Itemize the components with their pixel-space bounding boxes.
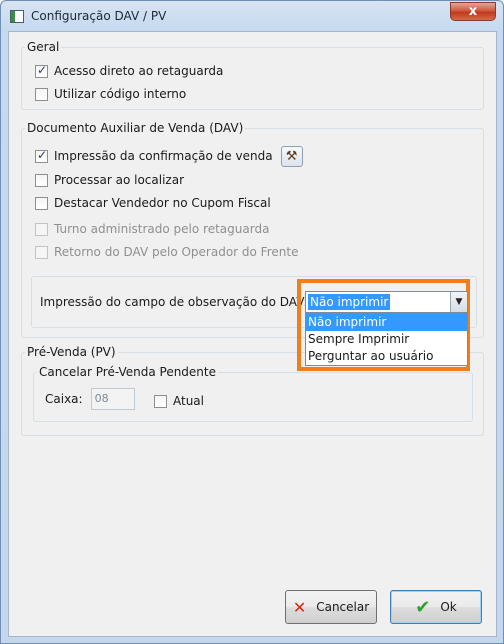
checkbox-atual[interactable]: Atual [154,392,204,410]
checkbox-box [35,245,48,259]
checkbox-box[interactable] [35,196,48,210]
ok-button[interactable]: ✔ Ok [390,590,482,624]
checkbox-destacar-vendedor[interactable]: Destacar Vendedor no Cupom Fiscal [35,194,271,212]
checkbox-label: Turno administrado pelo retaguarda [54,222,270,236]
checkbox-box [35,222,48,236]
cancel-button-label: Cancelar [316,600,370,614]
checkbox-label: Retorno do DAV pelo Operador do Frente [54,245,299,259]
checkbox-impressao-confirmacao[interactable]: Impressão da confirmação de venda ⚒ [35,145,303,167]
checkbox-turno-administrado: Turno administrado pelo retaguarda [35,220,269,238]
close-button[interactable]: x [450,2,496,21]
obs-dropdown-list: Não imprimir Sempre Imprimir Perguntar a… [305,313,468,366]
checkbox-box[interactable] [35,148,48,163]
checkbox-box[interactable] [35,87,48,101]
checkbox-label: Destacar Vendedor no Cupom Fiscal [54,196,271,210]
obs-label: Impressão do campo de observação do DAV: [40,295,308,309]
checkbox-label: Acesso direto ao retaguarda [54,64,224,78]
checkmark-icon: ✔ [415,596,431,618]
checkbox-label: Utilizar código interno [54,87,187,101]
checkbox-box[interactable] [35,173,48,187]
obs-select[interactable]: Não imprimir ▼ [305,291,468,313]
dialog-window: Configuração DAV / PV x Geral Acesso dir… [0,0,504,644]
checkbox-label: Atual [173,394,204,408]
checkbox-box[interactable] [35,63,48,78]
group-dav-legend: Documento Auxiliar de Venda (DAV) [27,121,244,135]
ok-button-label: Ok [440,600,457,614]
close-icon: ✕ [292,597,307,617]
cancel-button[interactable]: ✕ Cancelar [285,590,377,624]
group-cancelar-legend: Cancelar Pré-Venda Pendente [39,365,216,379]
caixa-row: Caixa: 08 [45,387,135,411]
title-bar: Configuração DAV / PV x [1,1,503,33]
checkbox-label: Processar ao localizar [54,173,185,187]
caixa-input[interactable]: 08 [90,388,135,410]
caixa-label: Caixa: [45,392,83,406]
group-prevenda-legend: Pré-Venda (PV) [27,345,116,359]
chevron-down-icon[interactable]: ▼ [450,292,467,312]
hammer-icon[interactable]: ⚒ [280,145,303,167]
checkbox-acesso-direto[interactable]: Acesso direto ao retaguarda [35,62,223,80]
group-geral-legend: Geral [27,40,60,54]
app-icon [10,10,24,23]
window-title: Configuração DAV / PV [31,9,167,23]
checkbox-retorno-dav: Retorno do DAV pelo Operador do Frente [35,243,298,261]
checkbox-box[interactable] [154,394,167,408]
dropdown-option[interactable]: Não imprimir [306,314,467,331]
checkbox-label: Impressão da confirmação de venda [54,149,273,163]
obs-select-value: Não imprimir [308,294,391,310]
dropdown-option[interactable]: Sempre Imprimir [306,331,467,348]
dialog-body: Geral Acesso direto ao retaguarda Utiliz… [8,31,497,637]
checkbox-codigo-interno[interactable]: Utilizar código interno [35,85,186,103]
dropdown-option[interactable]: Perguntar ao usuário [306,348,467,365]
checkbox-processar-localizar[interactable]: Processar ao localizar [35,171,184,189]
